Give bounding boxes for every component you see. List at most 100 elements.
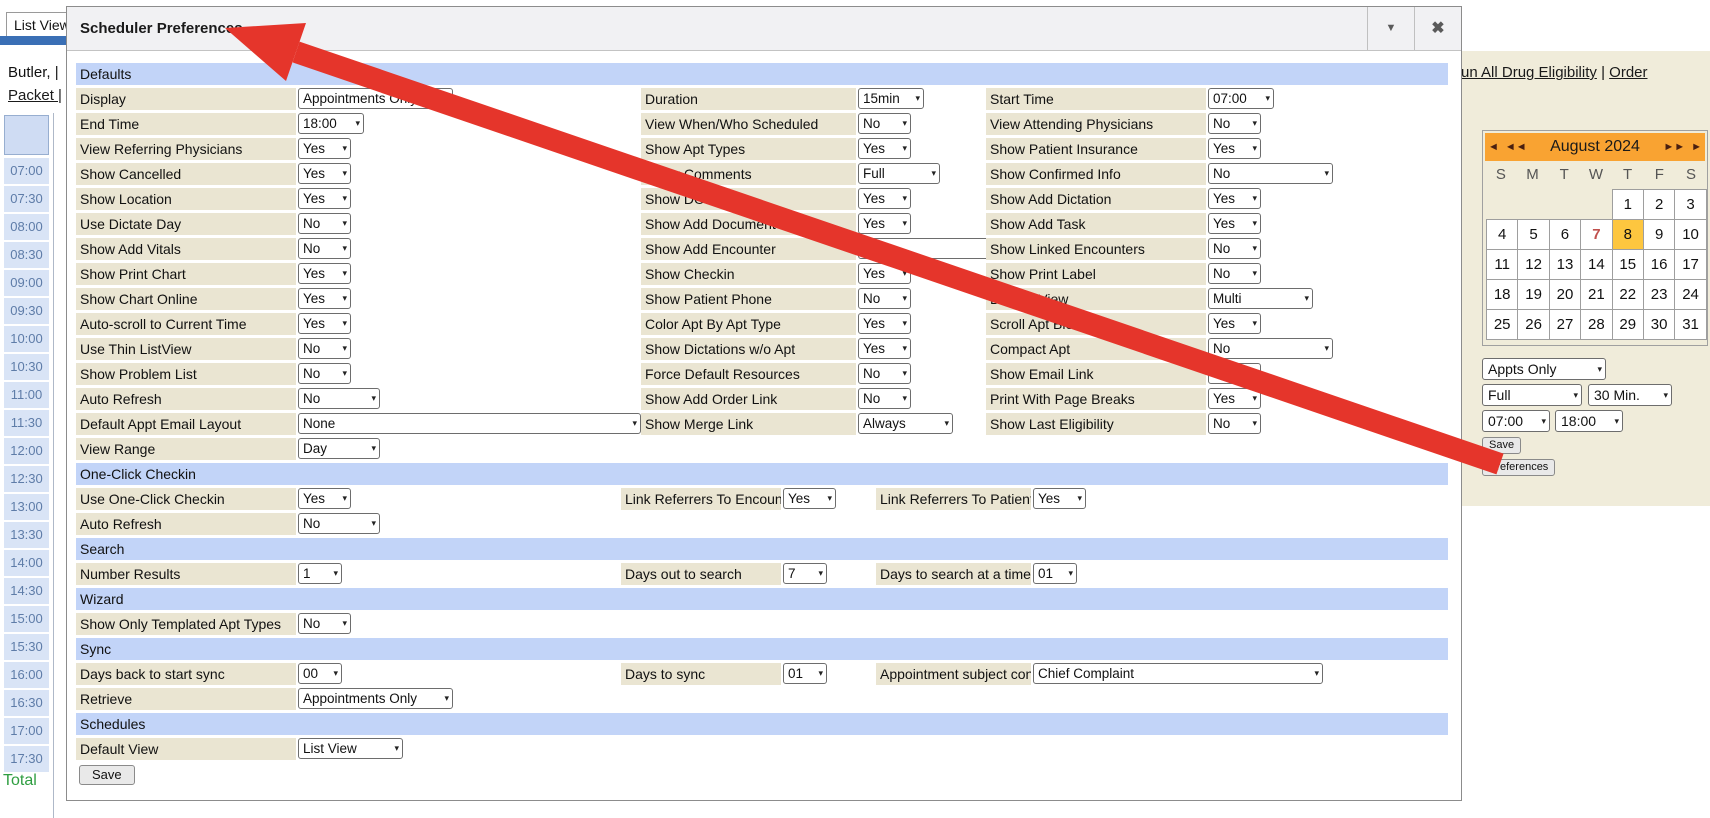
select-show-linked-encounters[interactable]: No▾ xyxy=(1208,238,1261,259)
select-view-attending-physicians[interactable]: No▾ xyxy=(1208,113,1261,134)
calendar-day[interactable]: 18 xyxy=(1486,279,1518,310)
dialog-save-button[interactable]: Save xyxy=(79,765,135,785)
prev-year-icon[interactable]: ◄ xyxy=(1485,141,1502,153)
next-year-icon[interactable]: ► xyxy=(1688,141,1705,153)
select-auto-refresh[interactable]: No▾ xyxy=(298,513,380,534)
appts-filter-select[interactable]: Appts Only ▾ xyxy=(1482,358,1606,380)
select-link-referrers-to-encounter[interactable]: Yes▾ xyxy=(783,488,836,509)
select-use-thin-listview[interactable]: No▾ xyxy=(298,338,351,359)
calendar-day[interactable]: 16 xyxy=(1643,249,1675,280)
end-time-select[interactable]: 18:00 ▾ xyxy=(1555,410,1623,432)
select-color-apt-by-apt-type[interactable]: Yes▾ xyxy=(858,313,911,334)
calendar-day[interactable]: 1 xyxy=(1612,189,1644,220)
order-link[interactable]: Order xyxy=(1609,64,1647,81)
select-days-to-search-at-a-time[interactable]: 01▾ xyxy=(1033,563,1077,584)
select-show-add-vitals[interactable]: No▾ xyxy=(298,238,351,259)
select-show-add-encounter[interactable]: No▾ xyxy=(858,238,996,259)
calendar-day[interactable]: 30 xyxy=(1643,309,1675,340)
select-show-problem-list[interactable]: No▾ xyxy=(298,363,351,384)
select-view-when-who-scheduled[interactable]: No▾ xyxy=(858,113,911,134)
select-view-range[interactable]: Day▾ xyxy=(298,438,380,459)
calendar-day[interactable]: 7 xyxy=(1580,219,1612,250)
select-show-dob[interactable]: Yes▾ xyxy=(858,188,911,209)
select-show-checkin[interactable]: Yes▾ xyxy=(858,263,911,284)
select-retrieve[interactable]: Appointments Only▾ xyxy=(298,688,453,709)
calendar-day[interactable]: 27 xyxy=(1549,309,1581,340)
calendar-day[interactable]: 21 xyxy=(1580,279,1612,310)
next-month-icon[interactable]: ►► xyxy=(1660,141,1688,153)
select-use-one-click-checkin[interactable]: Yes▾ xyxy=(298,488,351,509)
select-show-comments[interactable]: Full▾ xyxy=(858,163,940,184)
calendar-day[interactable]: 19 xyxy=(1517,279,1549,310)
select-show-patient-phone[interactable]: No▾ xyxy=(858,288,911,309)
select-show-email-link[interactable]: Yes▾ xyxy=(1208,363,1261,384)
calendar-day[interactable]: 8 xyxy=(1612,219,1644,250)
select-default-view[interactable]: List View▾ xyxy=(298,738,403,759)
calendar-day[interactable]: 3 xyxy=(1674,189,1706,220)
calendar-day[interactable]: 25 xyxy=(1486,309,1518,340)
select-use-dictate-day[interactable]: No▾ xyxy=(298,213,351,234)
select-display[interactable]: Appointments Only▾ xyxy=(298,88,453,109)
select-appointment-subject-contains[interactable]: Chief Complaint▾ xyxy=(1033,663,1323,684)
packet-link[interactable]: Packet | xyxy=(8,87,62,104)
calendar-day[interactable]: 15 xyxy=(1612,249,1644,280)
collapse-icon[interactable]: ▼ xyxy=(1367,7,1414,50)
select-show-add-document[interactable]: Yes▾ xyxy=(858,213,911,234)
tab-list-view[interactable]: List View xyxy=(6,12,75,38)
select-show-print-label[interactable]: No▾ xyxy=(1208,263,1261,284)
calendar-day[interactable]: 23 xyxy=(1643,279,1675,310)
select-auto-scroll-to-current-time[interactable]: Yes▾ xyxy=(298,313,351,334)
preferences-button[interactable]: Preferences xyxy=(1482,459,1555,476)
calendar-day[interactable]: 5 xyxy=(1517,219,1549,250)
select-compact-apt[interactable]: No▾ xyxy=(1208,338,1333,359)
calendar-day[interactable]: 12 xyxy=(1517,249,1549,280)
select-show-chart-online[interactable]: Yes▾ xyxy=(298,288,351,309)
calendar-day[interactable]: 28 xyxy=(1580,309,1612,340)
calendar-day[interactable]: 22 xyxy=(1612,279,1644,310)
select-default-appt-email-layout[interactable]: None▾ xyxy=(298,413,641,434)
calendar-day[interactable]: 20 xyxy=(1549,279,1581,310)
select-link-referrers-to-patient[interactable]: Yes▾ xyxy=(1033,488,1086,509)
select-show-cancelled[interactable]: Yes▾ xyxy=(298,163,351,184)
calendar-day[interactable]: 31 xyxy=(1674,309,1706,340)
select-show-last-eligibility[interactable]: No▾ xyxy=(1208,413,1261,434)
calendar-day[interactable]: 6 xyxy=(1549,219,1581,250)
select-end-time[interactable]: 18:00▾ xyxy=(298,113,364,134)
prev-month-icon[interactable]: ◄◄ xyxy=(1502,141,1530,153)
calendar-day[interactable]: 24 xyxy=(1674,279,1706,310)
select-default-view[interactable]: Multi▾ xyxy=(1208,288,1313,309)
select-days-out-to-search[interactable]: 7▾ xyxy=(783,563,827,584)
run-all-drug-eligibility-link[interactable]: un All Drug Eligibility xyxy=(1461,64,1597,81)
dialog-titlebar[interactable]: Scheduler Preferences ▼ ✖ xyxy=(67,7,1461,51)
select-show-print-chart[interactable]: Yes▾ xyxy=(298,263,351,284)
select-show-confirmed-info[interactable]: No▾ xyxy=(1208,163,1333,184)
select-show-dictations-w-o-apt[interactable]: Yes▾ xyxy=(858,338,911,359)
view-mode-select[interactable]: Full ▾ xyxy=(1482,384,1582,406)
select-show-merge-link[interactable]: Always▾ xyxy=(858,413,953,434)
calendar-day[interactable]: 29 xyxy=(1612,309,1644,340)
select-show-apt-types[interactable]: Yes▾ xyxy=(858,138,911,159)
select-duration[interactable]: 15min▾ xyxy=(858,88,924,109)
calendar-day[interactable]: 13 xyxy=(1549,249,1581,280)
start-time-select[interactable]: 07:00 ▾ xyxy=(1482,410,1550,432)
select-days-to-sync[interactable]: 01▾ xyxy=(783,663,827,684)
select-number-results[interactable]: 1▾ xyxy=(298,563,342,584)
calendar-day[interactable]: 26 xyxy=(1517,309,1549,340)
calendar-day[interactable]: 17 xyxy=(1674,249,1706,280)
select-show-add-order-link[interactable]: No▾ xyxy=(858,388,911,409)
calendar-day[interactable]: 11 xyxy=(1486,249,1518,280)
select-show-location[interactable]: Yes▾ xyxy=(298,188,351,209)
select-scroll-apt-block[interactable]: Yes▾ xyxy=(1208,313,1261,334)
calendar-day[interactable]: 4 xyxy=(1486,219,1518,250)
select-start-time[interactable]: 07:00▾ xyxy=(1208,88,1274,109)
select-force-default-resources[interactable]: No▾ xyxy=(858,363,911,384)
calendar-day[interactable]: 2 xyxy=(1643,189,1675,220)
close-icon[interactable]: ✖ xyxy=(1414,7,1461,50)
select-days-back-to-start-sync[interactable]: 00▾ xyxy=(298,663,342,684)
calendar-day[interactable]: 14 xyxy=(1580,249,1612,280)
panel-save-button[interactable]: Save xyxy=(1482,437,1521,454)
select-view-referring-physicians[interactable]: Yes▾ xyxy=(298,138,351,159)
calendar-day[interactable]: 9 xyxy=(1643,219,1675,250)
select-print-with-page-breaks[interactable]: Yes▾ xyxy=(1208,388,1261,409)
interval-select[interactable]: 30 Min. ▾ xyxy=(1588,384,1672,406)
